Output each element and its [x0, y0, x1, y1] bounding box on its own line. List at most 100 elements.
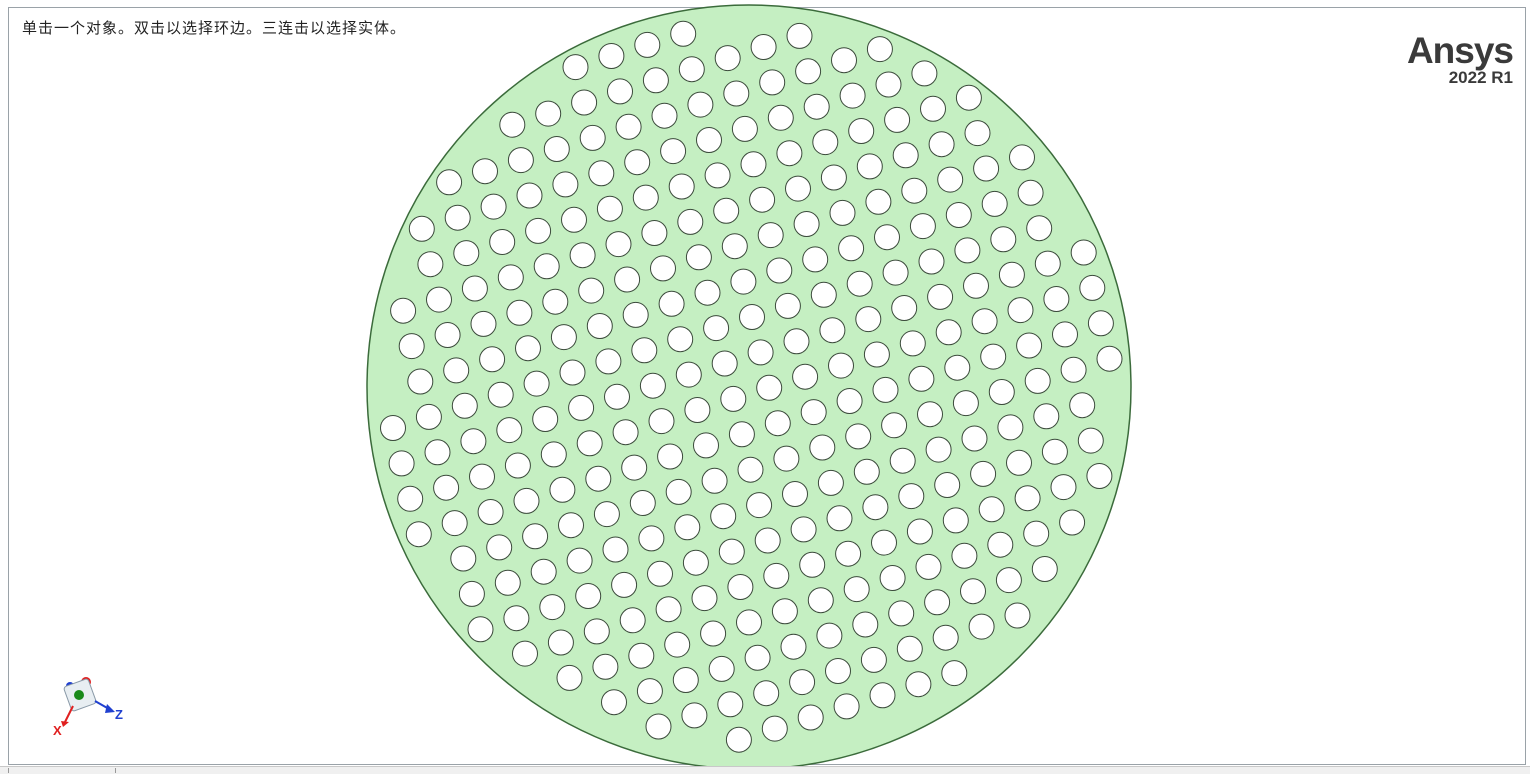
hole[interactable] — [817, 469, 844, 496]
hole[interactable] — [443, 357, 470, 384]
hole[interactable] — [935, 319, 962, 346]
hole[interactable] — [602, 536, 629, 563]
hole[interactable] — [961, 425, 988, 452]
hole[interactable] — [753, 680, 780, 707]
hole[interactable] — [920, 95, 946, 122]
hole[interactable] — [863, 341, 890, 368]
hole[interactable] — [533, 253, 560, 280]
hole[interactable] — [747, 339, 774, 366]
hole[interactable] — [889, 447, 916, 474]
hole[interactable] — [631, 337, 658, 364]
hole[interactable] — [981, 190, 1008, 217]
hole[interactable] — [997, 414, 1024, 441]
hole[interactable] — [879, 565, 906, 591]
hole[interactable] — [714, 45, 741, 72]
hole[interactable] — [398, 333, 425, 360]
hole[interactable] — [621, 454, 648, 481]
hole[interactable] — [825, 658, 851, 684]
hole[interactable] — [660, 138, 687, 165]
hole[interactable] — [701, 467, 728, 494]
hole[interactable] — [852, 611, 879, 638]
hole[interactable] — [622, 301, 649, 328]
hole[interactable] — [728, 421, 755, 448]
hole[interactable] — [507, 147, 534, 174]
hole[interactable] — [1006, 449, 1032, 476]
hole[interactable] — [773, 445, 800, 472]
hole[interactable] — [820, 164, 847, 191]
hole[interactable] — [665, 478, 692, 505]
hole[interactable] — [424, 439, 451, 466]
hole[interactable] — [793, 211, 820, 237]
hole[interactable] — [928, 131, 955, 158]
hole[interactable] — [846, 270, 873, 297]
hole[interactable] — [556, 664, 583, 691]
hole[interactable] — [932, 624, 959, 651]
hole[interactable] — [642, 67, 669, 94]
hole[interactable] — [802, 246, 829, 273]
hole[interactable] — [417, 251, 444, 278]
hole[interactable] — [664, 631, 691, 658]
hole[interactable] — [576, 430, 603, 457]
hole[interactable] — [639, 372, 666, 399]
hole[interactable] — [763, 562, 790, 589]
hole[interactable] — [759, 69, 786, 96]
hole[interactable] — [908, 365, 935, 392]
hole[interactable] — [973, 155, 1000, 182]
hole[interactable] — [532, 406, 559, 432]
hole[interactable] — [489, 229, 516, 255]
hole[interactable] — [380, 415, 406, 441]
hole[interactable] — [540, 441, 567, 468]
hole[interactable] — [723, 80, 750, 107]
hole[interactable] — [655, 596, 682, 623]
hole[interactable] — [1024, 367, 1051, 394]
hole[interactable] — [453, 240, 480, 267]
hole[interactable] — [648, 408, 675, 435]
hole[interactable] — [624, 149, 651, 176]
hole[interactable] — [586, 313, 613, 339]
hole[interactable] — [415, 403, 442, 430]
hole[interactable] — [397, 485, 424, 512]
hole[interactable] — [1033, 403, 1060, 430]
hole[interactable] — [450, 545, 477, 572]
hole[interactable] — [1017, 179, 1044, 206]
hole[interactable] — [1060, 356, 1087, 383]
hole[interactable] — [444, 204, 471, 231]
hole[interactable] — [766, 257, 793, 284]
hole[interactable] — [917, 401, 943, 428]
hole[interactable] — [860, 646, 887, 673]
hole[interactable] — [559, 359, 586, 386]
hole[interactable] — [494, 569, 521, 596]
hole[interactable] — [721, 233, 748, 260]
hole[interactable] — [862, 494, 889, 521]
hole[interactable] — [390, 297, 417, 324]
hole[interactable] — [987, 531, 1014, 558]
hole[interactable] — [672, 667, 699, 693]
hole[interactable] — [469, 463, 495, 490]
hole[interactable] — [612, 419, 639, 446]
hole[interactable] — [458, 580, 485, 607]
hole[interactable] — [708, 655, 735, 682]
hole[interactable] — [727, 574, 754, 600]
hole[interactable] — [704, 162, 731, 189]
hole[interactable] — [451, 392, 478, 419]
hole[interactable] — [611, 571, 638, 598]
hole[interactable] — [503, 605, 530, 632]
hole[interactable] — [789, 669, 816, 696]
hole[interactable] — [1087, 310, 1114, 337]
hole[interactable] — [598, 43, 625, 69]
hole[interactable] — [892, 142, 919, 169]
hole[interactable] — [756, 374, 783, 401]
hole[interactable] — [795, 58, 822, 85]
hole[interactable] — [634, 31, 661, 58]
hole[interactable] — [856, 153, 883, 180]
hole[interactable] — [782, 481, 808, 507]
hole[interactable] — [596, 195, 623, 222]
hole[interactable] — [785, 175, 811, 202]
hole[interactable] — [668, 173, 695, 200]
hole[interactable] — [925, 436, 952, 463]
hole[interactable] — [853, 458, 880, 485]
hole[interactable] — [515, 335, 541, 362]
hole[interactable] — [898, 483, 925, 510]
hole[interactable] — [578, 277, 605, 304]
hole[interactable] — [757, 222, 784, 249]
